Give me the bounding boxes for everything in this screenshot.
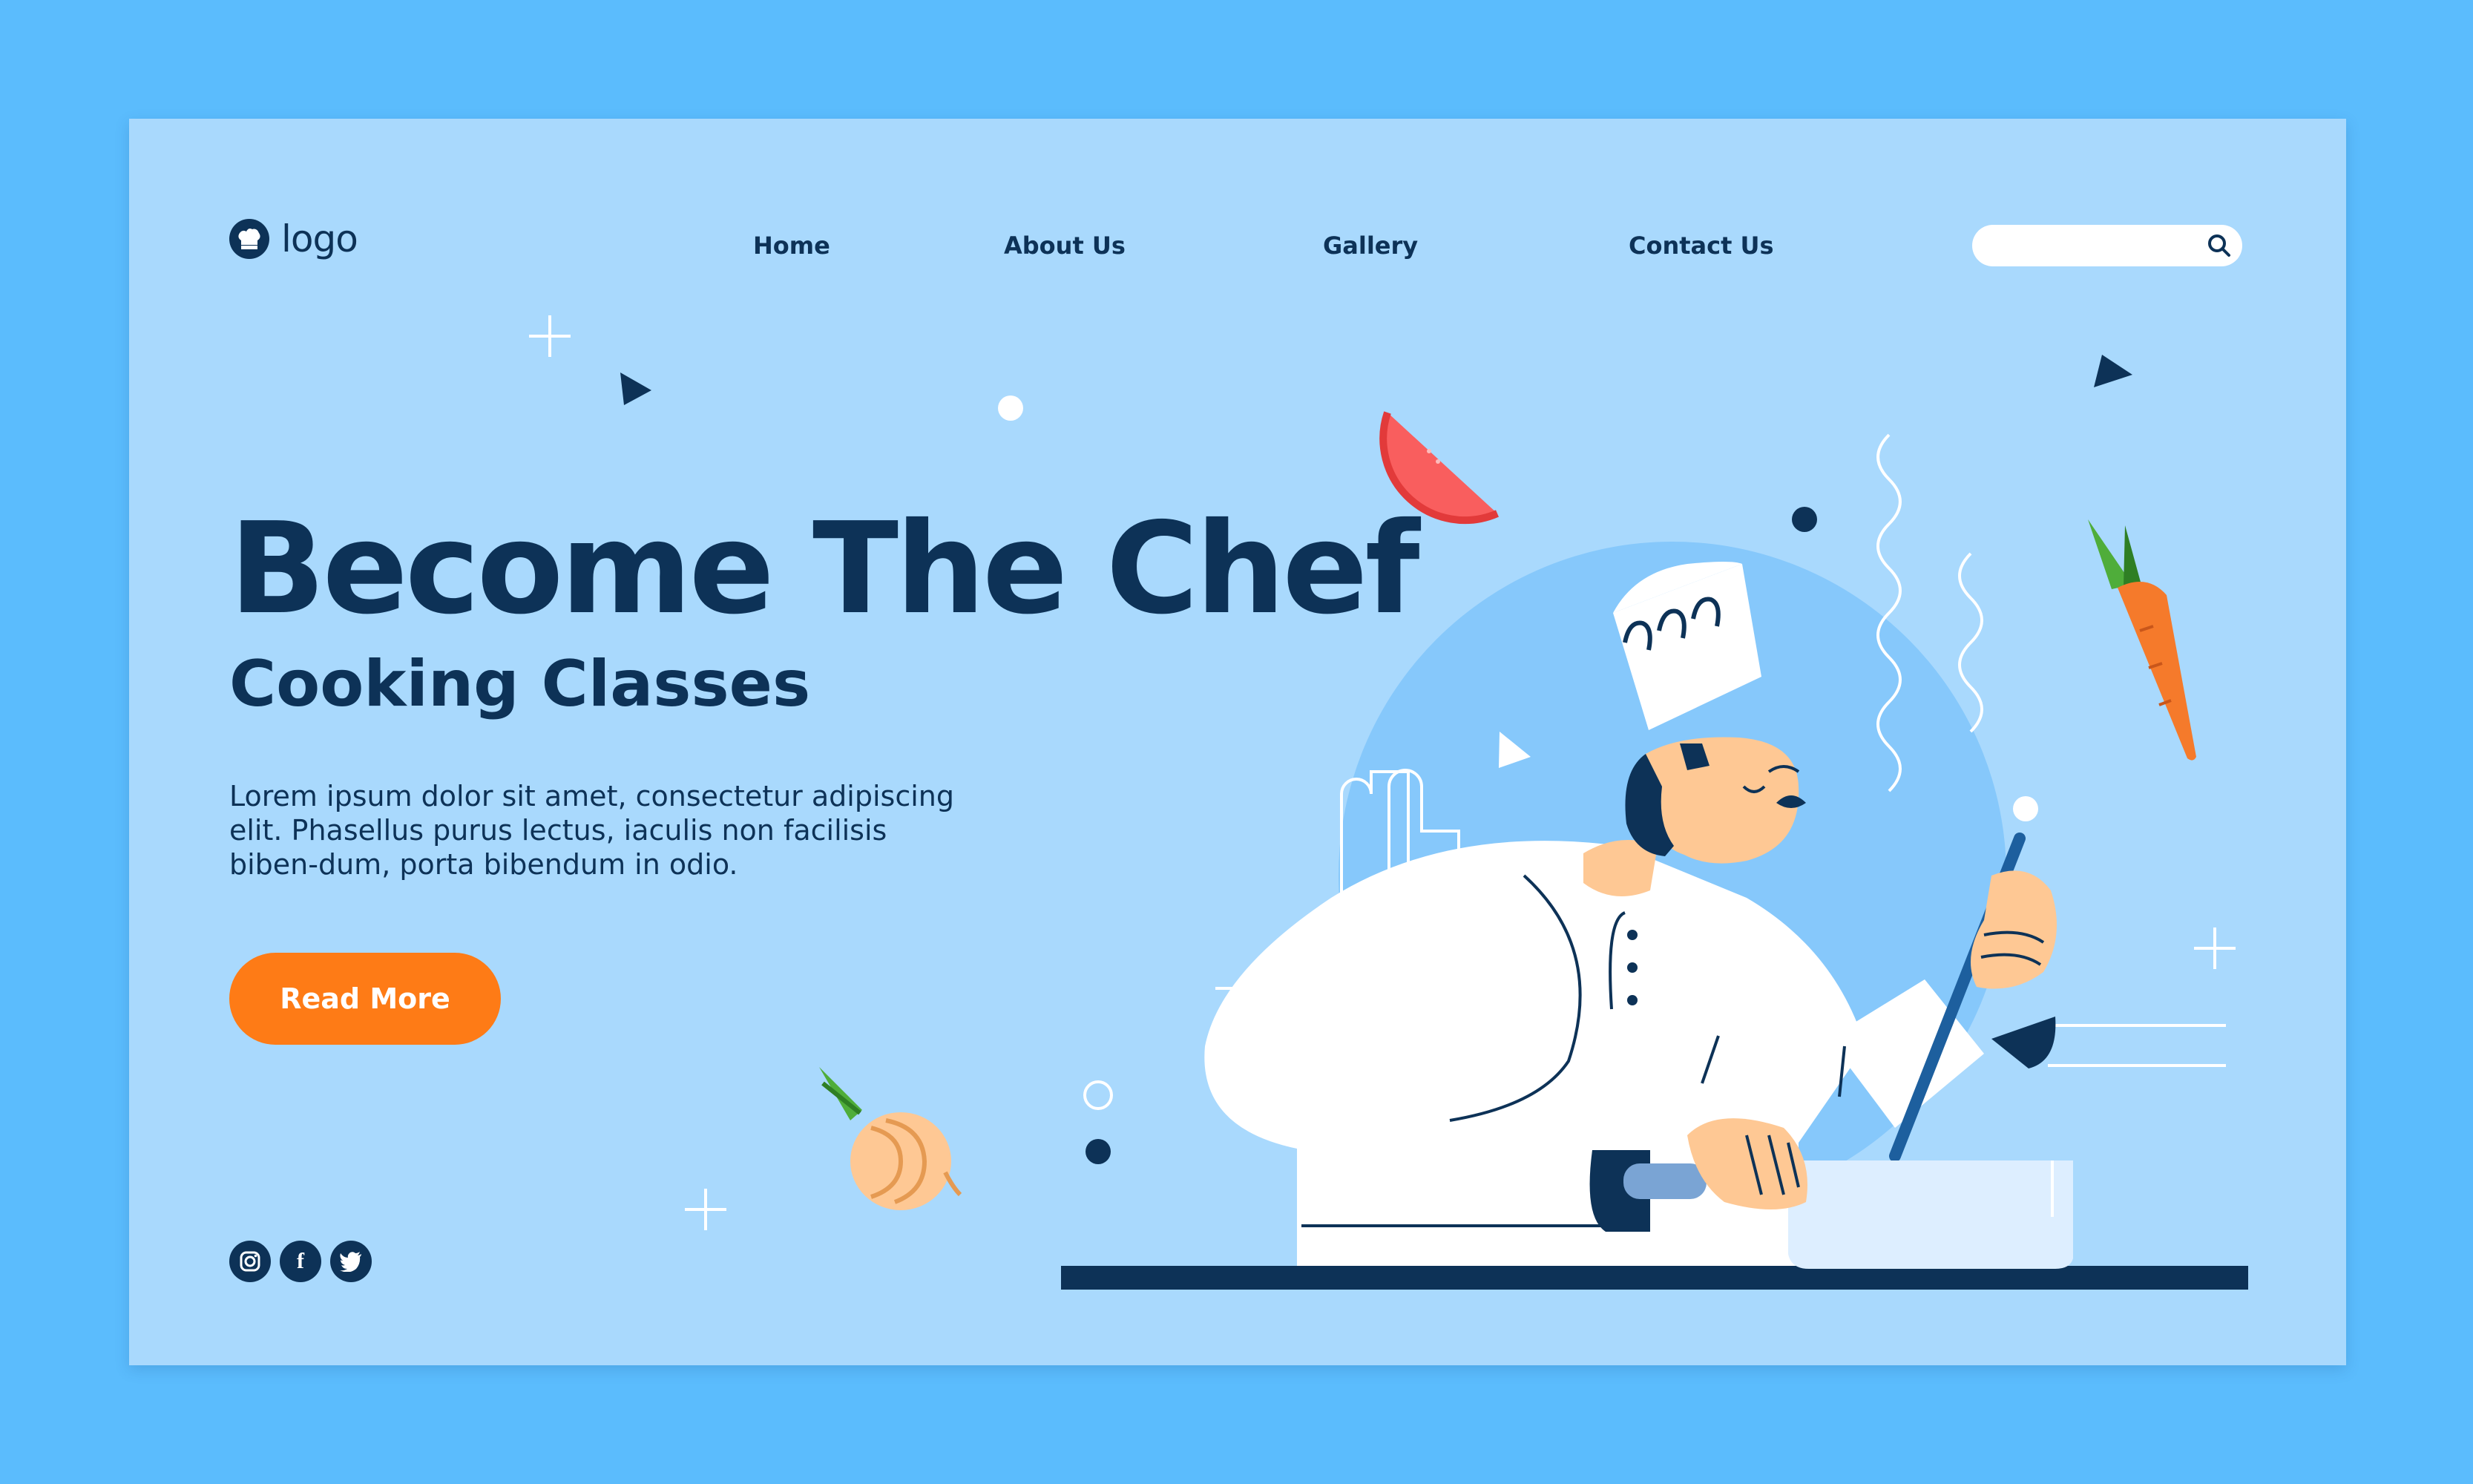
- search-bar: [1972, 225, 2242, 268]
- white-dot: [998, 395, 1023, 421]
- search-icon[interactable]: [2207, 233, 2232, 262]
- nav-about-us[interactable]: About Us: [1004, 232, 1126, 260]
- navy-dot: [1792, 507, 1817, 532]
- triangle-decorations: [620, 355, 2132, 405]
- navy-dot: [1086, 1139, 1111, 1164]
- facebook-icon[interactable]: f: [280, 1241, 321, 1282]
- twitter-icon[interactable]: [330, 1241, 372, 1282]
- nav-contact-us[interactable]: Contact Us: [1629, 232, 1774, 260]
- facebook-glyph: f: [297, 1249, 304, 1273]
- hero-title: Become The Chef: [229, 496, 1420, 643]
- counter: [1061, 1266, 2248, 1290]
- nav-gallery[interactable]: Gallery: [1323, 232, 1418, 260]
- carrot: [2088, 519, 2196, 761]
- hero-subtitle: Cooking Classes: [229, 647, 811, 721]
- hero-description: Lorem ipsum dolor sit amet, consectetur …: [229, 780, 954, 881]
- logo-text: logo: [281, 217, 358, 260]
- nav-home[interactable]: Home: [753, 232, 830, 260]
- chef-hat-icon: [229, 219, 269, 259]
- search-input[interactable]: [1990, 225, 2193, 268]
- chef-illustration: [529, 315, 2248, 1290]
- landing-card: logo Home About Us Gallery Contact Us Be…: [129, 119, 2346, 1365]
- white-dot: [2013, 796, 2038, 821]
- instagram-icon[interactable]: [229, 1241, 271, 1282]
- onion: [819, 1067, 962, 1210]
- read-more-button[interactable]: Read More: [229, 953, 501, 1045]
- ring-dot: [1083, 1080, 1113, 1110]
- logo[interactable]: logo: [229, 217, 358, 260]
